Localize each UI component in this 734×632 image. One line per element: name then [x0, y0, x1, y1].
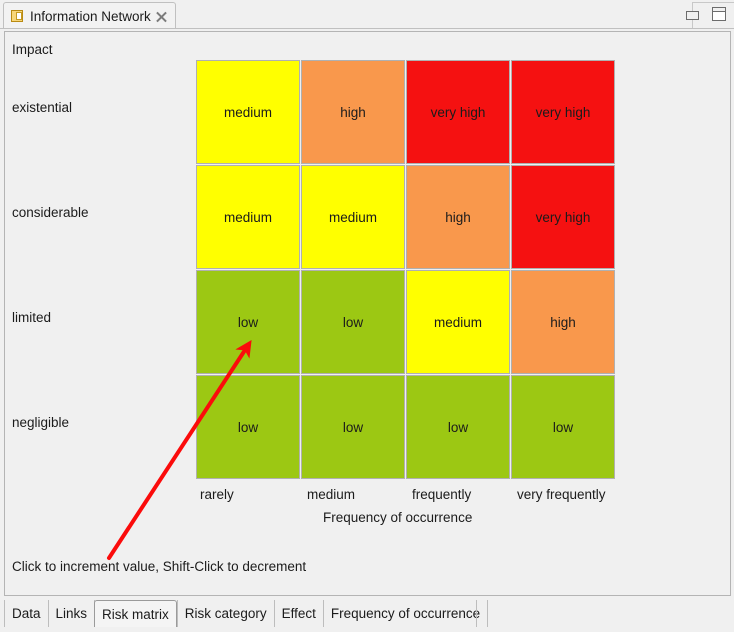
risk-cell-r2-c3[interactable]: high: [406, 165, 510, 269]
bottom-tab-risk-category[interactable]: Risk category: [176, 600, 275, 627]
risk-cell-label: low: [342, 419, 364, 435]
bottom-tab-frequency-of-occurrence[interactable]: Frequency of occurrence: [322, 600, 489, 627]
risk-cell-label: medium: [223, 104, 272, 120]
risk-cell-label: low: [237, 314, 259, 330]
impact-row-label-considerable: considerable: [12, 205, 89, 220]
tab-strip-underline: [0, 28, 734, 29]
editor-tab-information-network[interactable]: Information Network: [3, 2, 176, 29]
risk-cell-label: low: [237, 419, 259, 435]
risk-cell-label: medium: [328, 209, 377, 225]
risk-cell-r3-c2[interactable]: low: [301, 270, 405, 374]
risk-cell-r1-c2[interactable]: high: [301, 60, 405, 164]
impact-row-label-existential: existential: [12, 100, 73, 115]
risk-cell-r1-c4[interactable]: very high: [511, 60, 615, 164]
window-controls: [686, 7, 726, 21]
risk-cell-label: low: [552, 419, 574, 435]
bottom-tab-links[interactable]: Links: [47, 600, 96, 627]
risk-cell-r4-c1[interactable]: low: [196, 375, 300, 479]
risk-cell-label: medium: [433, 314, 482, 330]
risk-cell-r1-c3[interactable]: very high: [406, 60, 510, 164]
editor-window: Information Network Impact existential co…: [0, 0, 734, 632]
risk-cell-r1-c1[interactable]: medium: [196, 60, 300, 164]
risk-cell-r4-c4[interactable]: low: [511, 375, 615, 479]
risk-cell-label: high: [340, 104, 366, 120]
bottom-tab-effect[interactable]: Effect: [273, 600, 324, 627]
maximize-icon[interactable]: [712, 7, 726, 21]
risk-cell-r2-c1[interactable]: medium: [196, 165, 300, 269]
bottom-tab-data[interactable]: Data: [4, 600, 49, 627]
risk-cell-label: very high: [430, 104, 486, 120]
impact-axis-title: Impact: [12, 42, 53, 57]
frequency-axis-title: Frequency of occurrence: [323, 510, 473, 525]
risk-cell-r4-c2[interactable]: low: [301, 375, 405, 479]
risk-cell-label: low: [447, 419, 469, 435]
matrix-hint-text: Click to increment value, Shift-Click to…: [12, 559, 307, 574]
bottom-tab-bar: Data Links Risk matrix Risk category Effect F…: [0, 599, 734, 632]
risk-cell-label: very high: [535, 209, 591, 225]
bottom-tab-filler: [476, 600, 732, 627]
risk-cell-label: low: [342, 314, 364, 330]
frequency-column-label-frequently: frequently: [412, 487, 472, 502]
risk-cell-r2-c4[interactable]: very high: [511, 165, 615, 269]
frequency-column-label-medium: medium: [307, 487, 356, 502]
bottom-tab-list: Data Links Risk matrix Risk category Effect F…: [4, 600, 489, 627]
risk-cell-r2-c2[interactable]: medium: [301, 165, 405, 269]
impact-row-label-limited: limited: [12, 310, 52, 325]
risk-cell-r4-c3[interactable]: low: [406, 375, 510, 479]
close-icon[interactable]: [156, 11, 167, 22]
frequency-column-label-very-frequently: very frequently: [517, 487, 606, 502]
impact-row-label-negligible: negligible: [12, 415, 70, 430]
risk-cell-label: high: [550, 314, 576, 330]
view-icon: [11, 9, 25, 23]
risk-cell-r3-c3[interactable]: medium: [406, 270, 510, 374]
minimize-icon[interactable]: [686, 10, 699, 20]
risk-cell-r3-c1[interactable]: low: [196, 270, 300, 374]
bottom-tab-risk-matrix[interactable]: Risk matrix: [94, 600, 177, 627]
risk-matrix-panel: Impact existential considerable limited neg…: [4, 31, 731, 596]
risk-cell-label: very high: [535, 104, 591, 120]
editor-tab-strip: Information Network: [0, 0, 734, 29]
risk-cell-r3-c4[interactable]: high: [511, 270, 615, 374]
risk-cell-label: medium: [223, 209, 272, 225]
risk-cell-label: high: [445, 209, 471, 225]
editor-tab-label: Information Network: [30, 8, 151, 24]
frequency-column-label-rarely: rarely: [200, 487, 234, 502]
